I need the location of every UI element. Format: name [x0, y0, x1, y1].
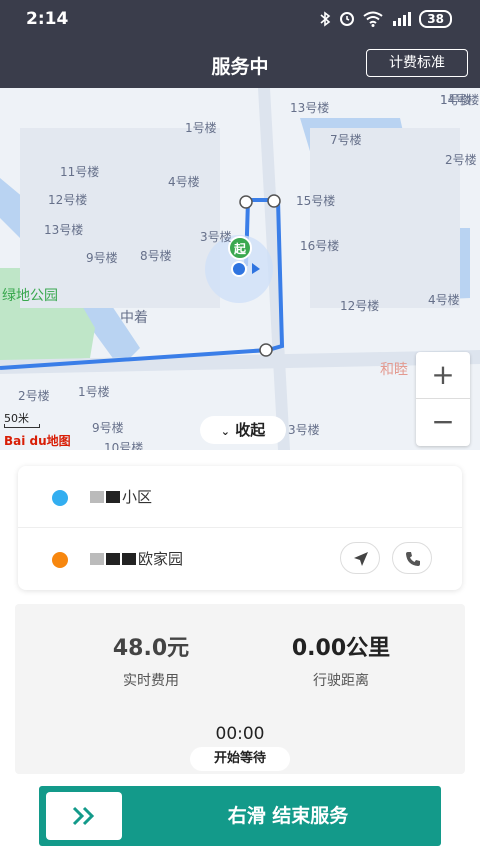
building-label: 3号楼: [200, 229, 232, 244]
distance-section: 0.00公里 行驶距离: [241, 630, 441, 690]
app-root: 2:14 38 服务中 计费标准 起 13号楼 1号楼 7号楼 14号楼 1号楼…: [0, 0, 480, 854]
building-label: 4号楼: [428, 292, 460, 307]
building-label: 11号楼: [60, 164, 99, 179]
building-label: 3号楼: [288, 422, 320, 437]
route-node: [259, 343, 273, 357]
fee-standard-button[interactable]: 计费标准: [366, 49, 468, 77]
battery-indicator: 38: [419, 10, 452, 28]
redacted-text: [122, 553, 136, 565]
end-address-suffix: 欧家园: [138, 550, 184, 568]
redacted-text: [90, 491, 104, 503]
distance-value: 0.00公里: [291, 636, 391, 661]
street-label: 中着: [120, 310, 148, 326]
end-address-row[interactable]: 欧家园: [18, 528, 462, 590]
navigation-arrow-icon: [354, 552, 368, 566]
collapse-map-button[interactable]: ⌄ 收起: [200, 416, 286, 444]
zoom-out-button[interactable]: −: [416, 399, 470, 446]
redacted-text: [90, 553, 104, 565]
collapse-label: 收起: [235, 421, 266, 439]
park-label: 绿地公园: [2, 288, 58, 304]
status-bar: 2:14 38: [0, 0, 480, 38]
fare-amount: 48.0元: [112, 636, 190, 661]
slide-to-end-bar[interactable]: 右滑 结束服务: [39, 786, 441, 846]
end-dot-icon: [52, 552, 68, 568]
status-time: 2:14: [26, 9, 69, 29]
building-label: 1号楼: [185, 120, 217, 135]
wifi-icon: [363, 11, 383, 27]
redacted-text: [106, 553, 120, 565]
call-button[interactable]: [392, 542, 432, 574]
current-location-icon: [231, 261, 247, 277]
zoom-controls: + −: [416, 352, 470, 446]
zoom-in-button[interactable]: +: [416, 352, 470, 399]
building-label: 15号楼: [296, 193, 335, 208]
building-label: 8号楼: [140, 248, 172, 263]
building-block: [20, 128, 220, 308]
building-label: 16号楼: [300, 238, 339, 253]
building-label: 13号楼: [44, 222, 83, 237]
building-label: 12号楼: [48, 192, 87, 207]
building-label: 2号楼: [18, 388, 50, 403]
navigate-button[interactable]: [340, 542, 380, 574]
route-node: [267, 194, 281, 208]
end-address: 欧家园: [90, 548, 183, 569]
map-canvas[interactable]: 起 13号楼 1号楼 7号楼 14号楼 1号楼 2号楼 11号楼 4号楼 12号…: [0, 88, 480, 450]
header: 2:14 38 服务中 计费标准: [0, 0, 480, 88]
double-chevron-right-icon: [72, 806, 95, 826]
distance-label: 行驶距离: [313, 673, 369, 689]
phone-icon: [406, 552, 420, 566]
building-label: 12号楼: [340, 298, 379, 313]
map-view[interactable]: 起 13号楼 1号楼 7号楼 14号楼 1号楼 2号楼 11号楼 4号楼 12号…: [0, 88, 480, 450]
slide-label: 右滑 结束服务: [227, 805, 349, 827]
start-address-suffix: 小区: [122, 488, 153, 506]
building-label: 4号楼: [168, 174, 200, 189]
start-waiting-button[interactable]: 开始等待: [190, 747, 290, 771]
slide-handle[interactable]: [46, 792, 122, 840]
building-label: 1号楼: [78, 384, 110, 399]
address-card: 小区 欧家园: [18, 466, 462, 590]
building-label: 1号楼: [440, 92, 472, 107]
building-label: 7号楼: [330, 132, 362, 147]
start-address-row[interactable]: 小区: [18, 466, 462, 528]
fare-amount-section: 48.0元 实时费用: [51, 630, 251, 690]
map-scale-bar: [4, 424, 40, 428]
building-block: [310, 128, 460, 308]
fare-panel: 48.0元 实时费用 0.00公里 行驶距离 00:00 开始等待: [15, 604, 465, 774]
redacted-text: [106, 491, 120, 503]
building-label: 2号楼: [445, 152, 477, 167]
chevron-down-icon: ⌄: [220, 425, 230, 438]
signal-icon: [393, 12, 412, 26]
alarm-icon: [340, 12, 355, 26]
start-marker-label: 起: [233, 241, 247, 256]
start-dot-icon: [52, 490, 68, 506]
fare-amount-label: 实时费用: [123, 673, 179, 689]
baidu-map-logo: Bai du地图: [4, 434, 71, 448]
status-icons: 38: [319, 10, 452, 28]
building-label: 9号楼: [92, 420, 124, 435]
route-node: [239, 195, 253, 209]
building-label: 10号楼: [104, 440, 143, 450]
building-label: 9号楼: [86, 250, 118, 265]
building-label: 13号楼: [290, 100, 329, 115]
place-label: 和睦: [380, 362, 408, 378]
bluetooth-icon: [320, 11, 331, 27]
start-address: 小区: [90, 486, 152, 507]
wait-timer: 00:00: [215, 724, 265, 744]
